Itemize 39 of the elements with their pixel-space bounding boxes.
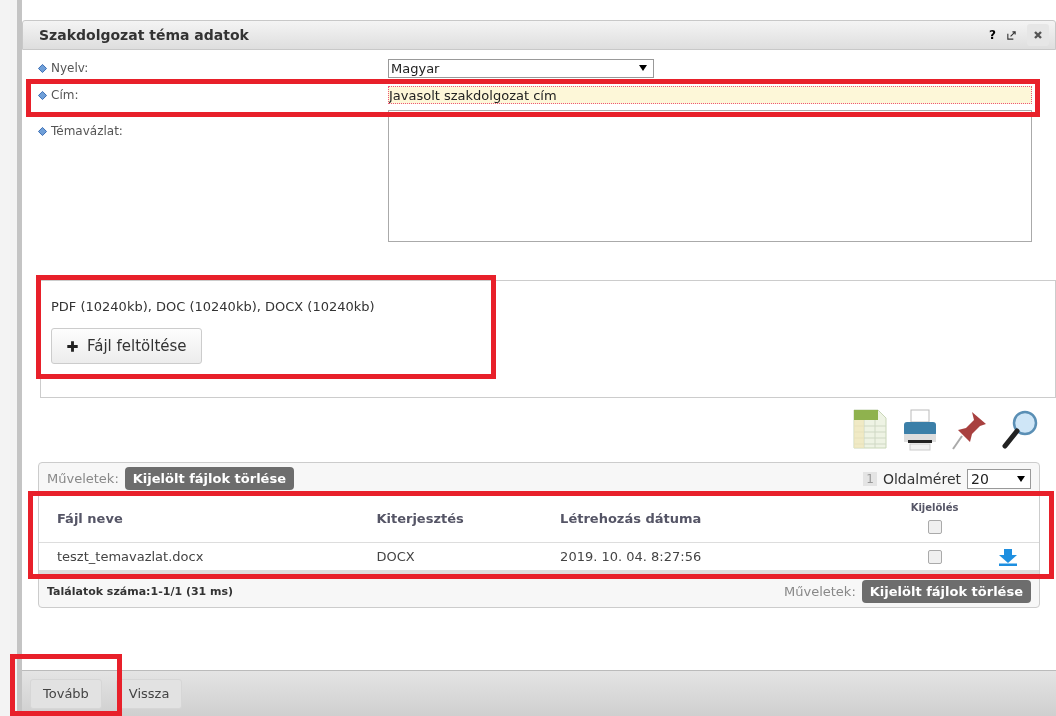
upload-button[interactable]: Fájl feltöltése xyxy=(51,328,202,364)
caret-icon xyxy=(639,65,647,71)
column-header: Fájl neve xyxy=(39,494,359,543)
table-cell: 2019. 10. 04. 8:27:56 xyxy=(542,542,893,573)
select-all-checkbox[interactable] xyxy=(927,520,942,535)
diamond-icon xyxy=(38,63,47,73)
help-button[interactable]: ? xyxy=(989,28,996,42)
field-label: Cím: xyxy=(51,88,79,102)
delete-selected-button[interactable]: Kijelölt fájlok törlése xyxy=(861,580,1031,603)
close-button[interactable] xyxy=(1027,24,1049,46)
column-header: Kiterjesztés xyxy=(358,494,543,543)
plus-icon xyxy=(66,339,79,353)
popout-icon[interactable] xyxy=(1006,29,1017,41)
page-size-label: Oldalméret xyxy=(882,470,961,487)
search-icon[interactable] xyxy=(1000,408,1040,452)
actions-label: Műveletek: xyxy=(784,584,856,599)
table-cell: DOCX xyxy=(358,542,543,573)
column-header: Kijelölés xyxy=(909,501,960,513)
row-checkbox[interactable] xyxy=(927,550,942,565)
outline-textarea[interactable] xyxy=(388,110,1032,242)
download-icon[interactable] xyxy=(997,547,1018,566)
allowed-file-types: PDF (10240kb), DOC (10240kb), DOCX (10240kb) xyxy=(51,299,376,314)
actions-label: Műveletek: xyxy=(47,471,119,486)
footer-button[interactable]: Vissza xyxy=(115,678,183,709)
title-input[interactable]: Javasolt szakdolgozat cím xyxy=(388,86,1032,104)
dialog-title: Szakdolgozat téma adatok xyxy=(39,27,250,43)
field-label: Nyelv: xyxy=(51,61,89,75)
caret-icon xyxy=(1017,475,1025,482)
close-icon xyxy=(1033,30,1043,40)
field-label: Témavázlat: xyxy=(51,124,123,138)
page-size-select[interactable]: 20 xyxy=(967,468,1031,489)
delete-selected-button[interactable]: Kijelölt fájlok törlése xyxy=(124,467,294,490)
diamond-icon xyxy=(38,90,47,100)
language-select[interactable]: Magyar xyxy=(388,58,654,78)
diamond-icon xyxy=(38,126,47,136)
table-cell: teszt_temavazlat.docx xyxy=(39,542,359,573)
footer-button[interactable]: Tovább xyxy=(30,678,102,709)
column-header: Létrehozás dátuma xyxy=(542,494,893,543)
results-count: Találatok száma:1-1/1 (31 ms) xyxy=(47,585,234,598)
